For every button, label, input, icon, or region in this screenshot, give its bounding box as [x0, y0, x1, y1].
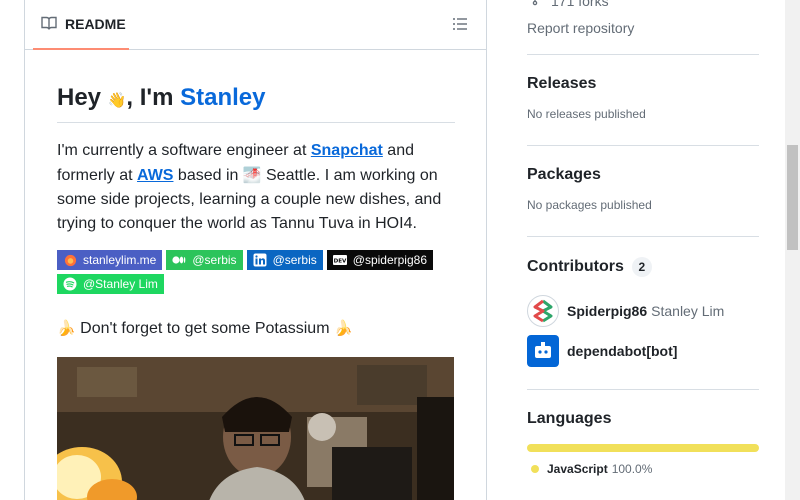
badge-label: @serbis: [272, 253, 317, 267]
forks-link[interactable]: 171 forks: [551, 0, 609, 9]
foggy-emoji: 🌁: [242, 166, 262, 184]
readme-header: README: [25, 0, 486, 50]
badge-label: @spiderpig86: [352, 253, 427, 267]
contributor-item[interactable]: Spiderpig86 Stanley Lim: [527, 295, 759, 327]
potassium-line: 🍌 Don't forget to get some Potassium 🍌: [57, 316, 455, 341]
badge-label: @serbis: [192, 253, 237, 267]
banana-emoji: 🍌: [57, 319, 76, 337]
readme-gif-image: [57, 357, 454, 500]
snapchat-link[interactable]: Snapchat: [311, 142, 383, 159]
fork-icon: [527, 0, 543, 11]
readme-tab-label: README: [65, 16, 126, 32]
badge-label: @Stanley Lim: [83, 277, 158, 291]
readme-body: Hey 👋, I'm Stanley I'm currently a softw…: [57, 50, 455, 500]
contributors-label: Contributors: [527, 258, 624, 275]
firefox-icon: [63, 253, 77, 267]
heading-text-mid: , I'm: [126, 84, 181, 111]
contributors-section: Contributors 2 Spiderpig86 Stanley Lim d…: [527, 236, 759, 367]
page: README Hey 👋, I'm Stanley I'm currently …: [0, 0, 800, 500]
badge-linkedin[interactable]: @serbis: [246, 250, 323, 270]
language-percent: 100.0%: [611, 462, 653, 476]
intro-text-3: based in: [173, 167, 243, 184]
badge-dev[interactable]: DEV @spiderpig86: [326, 250, 433, 270]
language-bar: [527, 444, 759, 452]
gif-illustration: [57, 357, 454, 500]
readme-card: README Hey 👋, I'm Stanley I'm currently …: [24, 0, 487, 500]
contributor-name: Stanley Lim: [651, 303, 725, 319]
packages-section: Packages No packages published: [527, 145, 759, 212]
readme-heading: Hey 👋, I'm Stanley: [57, 82, 455, 123]
list-unordered-icon[interactable]: [452, 16, 470, 34]
badge-spotify[interactable]: @Stanley Lim: [57, 274, 164, 294]
spotify-icon: [63, 277, 77, 291]
javascript-color-dot: [531, 465, 539, 473]
medium-icon: [172, 253, 186, 267]
contributor-login[interactable]: Spiderpig86: [567, 303, 647, 319]
potassium-text: Don't forget to get some Potassium: [75, 320, 334, 337]
svg-text:DEV: DEV: [333, 258, 346, 264]
forks-row[interactable]: 171 forks: [527, 0, 609, 11]
intro-paragraph: I'm currently a software engineer at Sna…: [57, 139, 455, 236]
aws-link[interactable]: AWS: [137, 167, 173, 184]
book-icon: [41, 15, 57, 34]
packages-title[interactable]: Packages: [527, 166, 759, 184]
contributors-count: 2: [631, 257, 652, 277]
linkedin-icon: [253, 253, 267, 267]
releases-empty: No releases published: [527, 107, 646, 121]
banana-emoji: 🍌: [333, 319, 353, 337]
intro-text-1: I'm currently a software engineer at: [57, 142, 311, 159]
badge-website[interactable]: stanleylim.me: [57, 250, 163, 270]
packages-empty: No packages published: [527, 198, 652, 212]
dependabot-avatar[interactable]: [527, 335, 559, 367]
language-item[interactable]: JavaScript 100.0%: [531, 462, 759, 476]
waving-hand-emoji: 👋: [107, 91, 127, 109]
languages-section: Languages JavaScript 100.0%: [527, 389, 759, 476]
spiderpig-avatar[interactable]: [527, 295, 559, 327]
badge-row: stanleylim.me @serbis @serbis DEV @spide…: [57, 250, 455, 294]
contributor-item[interactable]: dependabot[bot]: [527, 335, 759, 367]
releases-title[interactable]: Releases: [527, 75, 759, 93]
readme-tab[interactable]: README: [33, 0, 129, 50]
stanley-link[interactable]: Stanley: [180, 84, 265, 111]
badge-medium[interactable]: @serbis: [166, 250, 243, 270]
contributor-login[interactable]: dependabot[bot]: [567, 343, 677, 359]
languages-title: Languages: [527, 410, 612, 427]
heading-text: Hey: [57, 84, 108, 111]
language-name: JavaScript: [547, 462, 608, 476]
scrollbar-thumb[interactable]: [787, 145, 798, 250]
contributors-title[interactable]: Contributors 2: [527, 257, 759, 277]
badge-label: stanleylim.me: [83, 253, 157, 267]
report-repository-link[interactable]: Report repository: [527, 20, 634, 36]
page-scrollbar[interactable]: [785, 0, 800, 500]
releases-section: Releases No releases published: [527, 54, 759, 121]
dev-icon: DEV: [332, 253, 347, 267]
